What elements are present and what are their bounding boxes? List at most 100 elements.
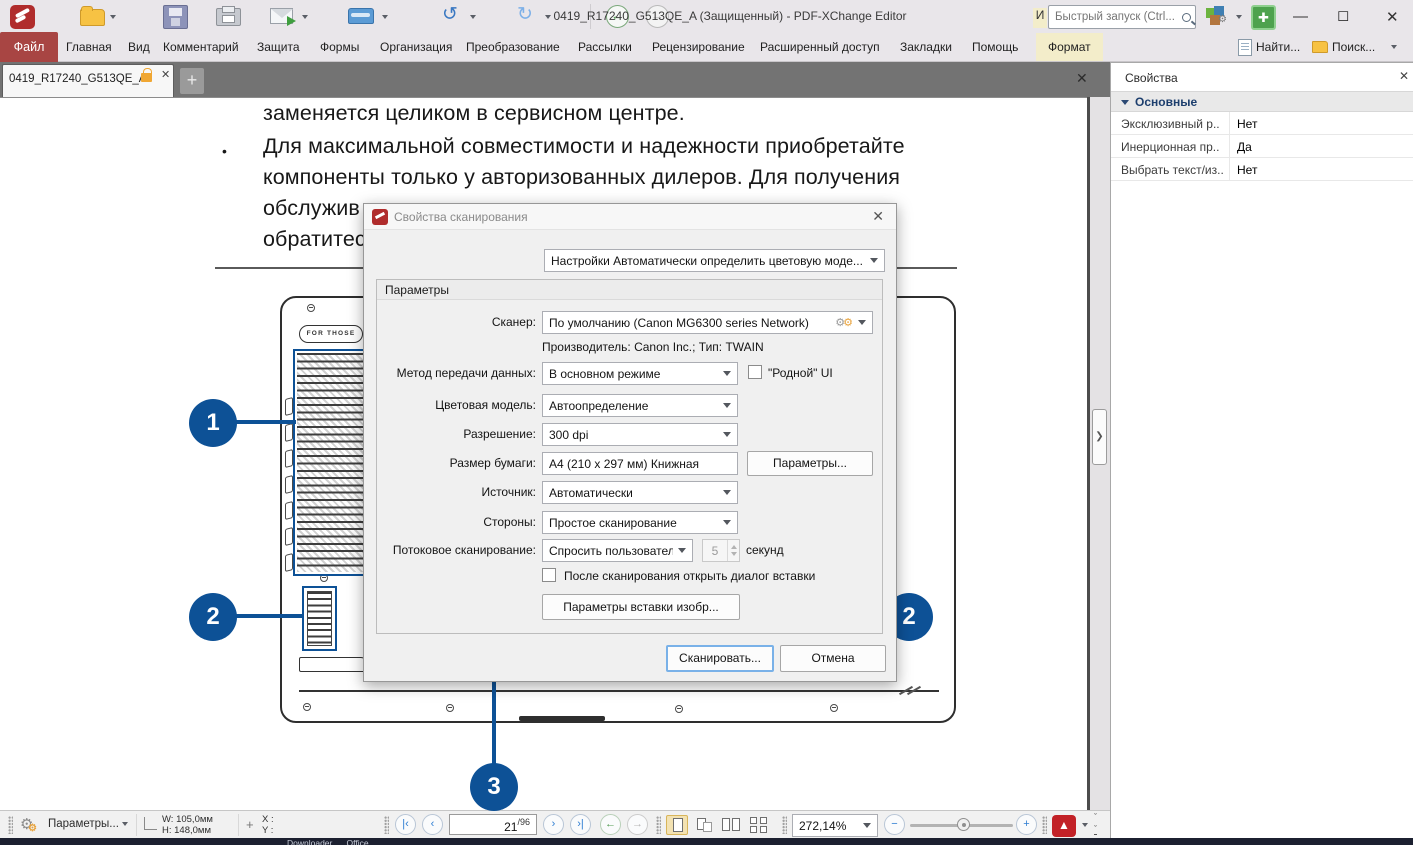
email-icon[interactable] bbox=[270, 8, 296, 26]
paper-size-field[interactable]: A4 (210 x 297 мм) Книжная bbox=[542, 452, 738, 475]
gear-icon[interactable]: ⚙ ⚙ bbox=[20, 815, 37, 834]
laptop-inner-line bbox=[299, 690, 939, 692]
panel-splitter-handle[interactable]: ❯ bbox=[1092, 409, 1107, 465]
zoom-in-button[interactable]: + bbox=[1016, 814, 1037, 835]
next-page-button[interactable]: › bbox=[543, 814, 564, 835]
color-model-combo[interactable]: Автоопределение bbox=[542, 394, 738, 417]
quick-launch-box[interactable] bbox=[1048, 5, 1196, 29]
tabbar-close-icon[interactable]: ✕ bbox=[1076, 70, 1088, 87]
lock-icon bbox=[141, 68, 152, 82]
resolution-label: Разрешение: bbox=[463, 427, 536, 441]
menu-format[interactable]: Формат bbox=[1036, 33, 1103, 61]
layout-two-pages-icon[interactable] bbox=[720, 815, 742, 835]
color-settings-icon[interactable]: ⚙ bbox=[1206, 6, 1230, 28]
scan-button[interactable]: Сканировать... bbox=[666, 645, 774, 672]
after-scan-label: После сканирования открыть диалог вставк… bbox=[564, 569, 816, 583]
width-readout: W: 105,0мм bbox=[162, 814, 213, 825]
adobe-dropdown-icon[interactable] bbox=[1082, 823, 1088, 827]
zoom-level-combo[interactable]: 272,14% bbox=[792, 814, 878, 837]
partial-toolbar-label: И bbox=[1033, 8, 1047, 28]
tab-close-icon[interactable]: ✕ bbox=[161, 68, 170, 81]
menu-file[interactable]: Файл bbox=[0, 32, 58, 64]
new-tab-button[interactable]: + bbox=[180, 68, 204, 94]
menu-zashchita[interactable]: Защита bbox=[257, 33, 300, 61]
save-icon[interactable] bbox=[163, 5, 188, 29]
minimize-button[interactable]: — bbox=[1293, 8, 1308, 25]
preset-combo[interactable]: Настройки Автоматически определить цвето… bbox=[544, 249, 885, 272]
print-icon[interactable] bbox=[216, 6, 241, 26]
property-row[interactable]: Выбрать текст/из.. Нет bbox=[1111, 158, 1413, 181]
menu-glavnaya[interactable]: Главная bbox=[66, 33, 112, 61]
menu-rasshirenny-dostup[interactable]: Расширенный доступ bbox=[760, 33, 880, 61]
fullscreen-icon[interactable]: ✚ bbox=[1251, 5, 1276, 30]
email-dropdown-icon[interactable] bbox=[302, 15, 308, 19]
undo-icon[interactable]: ↺ bbox=[442, 3, 458, 26]
stream-scan-combo[interactable]: Спросить пользователя bbox=[542, 539, 693, 562]
adobe-reader-icon[interactable]: ▲ bbox=[1052, 815, 1076, 837]
open-dropdown-icon[interactable] bbox=[110, 15, 116, 19]
color-settings-dropdown-icon[interactable] bbox=[1236, 15, 1242, 19]
search-button[interactable]: Поиск... bbox=[1312, 33, 1375, 61]
after-scan-checkbox[interactable] bbox=[542, 568, 556, 582]
menu-vid[interactable]: Вид bbox=[128, 33, 150, 61]
statusbar-options[interactable]: Параметры... bbox=[48, 818, 119, 830]
view-forward-button: → bbox=[627, 814, 648, 835]
property-row[interactable]: Эксклюзивный р.. Нет bbox=[1111, 112, 1413, 135]
status-bar: ⚙ ⚙ Параметры... W: 105,0мм H: 148,0мм + … bbox=[0, 810, 1110, 838]
layout-grid-icon[interactable] bbox=[748, 815, 770, 835]
zoom-slider-thumb[interactable] bbox=[957, 818, 970, 831]
first-page-button[interactable]: |‹ bbox=[395, 814, 416, 835]
document-tab[interactable]: 0419_R17240_G513QE_A ✕ bbox=[2, 64, 174, 97]
insert-params-button[interactable]: Параметры вставки изобр... bbox=[542, 594, 740, 620]
tab-bar: 0419_R17240_G513QE_A ✕ + ✕ bbox=[0, 62, 1110, 97]
menu-pomoshch[interactable]: Помощь bbox=[972, 33, 1018, 61]
callout-1: 1 bbox=[189, 399, 237, 447]
chevron-down-icon bbox=[723, 490, 731, 495]
scroll-down-icon[interactable]: ˇ bbox=[1094, 812, 1097, 822]
open-file-icon[interactable] bbox=[80, 6, 105, 26]
find-button[interactable]: Найти... bbox=[1238, 33, 1300, 61]
scroll-end-icon[interactable]: ˇ bbox=[1094, 824, 1097, 835]
vertical-scrollbar[interactable]: ❯ bbox=[1090, 97, 1110, 810]
search-icon bbox=[1182, 12, 1191, 22]
menu-formy[interactable]: Формы bbox=[320, 33, 359, 61]
page-number-input[interactable]: 21/96 bbox=[449, 814, 537, 835]
close-button[interactable]: ✕ bbox=[1386, 8, 1399, 26]
panel-close-icon[interactable]: ✕ bbox=[1399, 69, 1409, 83]
menu-rassylki[interactable]: Рассылки bbox=[578, 33, 632, 61]
resolution-combo[interactable]: 300 dpi bbox=[542, 423, 738, 446]
menu-zakladki[interactable]: Закладки bbox=[900, 33, 952, 61]
scan-icon[interactable] bbox=[348, 8, 374, 24]
menu-retsenzirovanie[interactable]: Рецензирование bbox=[652, 33, 745, 61]
doc-bullet-line2: компоненты только у авторизованных дилер… bbox=[263, 165, 901, 189]
previous-page-button[interactable]: ‹ bbox=[422, 814, 443, 835]
dialog-close-icon[interactable]: ✕ bbox=[872, 208, 884, 225]
menu-kommentariy[interactable]: Комментарий bbox=[163, 33, 239, 61]
layout-fit-icon[interactable] bbox=[693, 815, 715, 835]
source-combo[interactable]: Автоматически bbox=[542, 481, 738, 504]
section-osnovnye[interactable]: Основные bbox=[1111, 91, 1413, 112]
options-dropdown-icon[interactable] bbox=[122, 822, 128, 826]
last-page-button[interactable]: ›| bbox=[570, 814, 591, 835]
quick-launch-input[interactable] bbox=[1055, 11, 1182, 23]
undo-dropdown-icon[interactable] bbox=[470, 15, 476, 19]
maximize-button[interactable]: ◻ bbox=[1337, 6, 1349, 24]
view-back-button[interactable]: ← bbox=[600, 814, 621, 835]
dialog-titlebar[interactable]: Свойства сканирования ✕ bbox=[364, 204, 896, 230]
menubar-overflow-icon[interactable] bbox=[1391, 45, 1397, 49]
scan-dropdown-icon[interactable] bbox=[382, 15, 388, 19]
scanner-settings-icon[interactable]: ⚙⚙ bbox=[835, 316, 853, 329]
paper-params-button[interactable]: Параметры... bbox=[747, 451, 873, 476]
sides-combo[interactable]: Простое сканирование bbox=[542, 511, 738, 534]
menu-preobrazovanie[interactable]: Преобразование bbox=[466, 33, 560, 61]
property-row[interactable]: Инерционная пр.. Да bbox=[1111, 135, 1413, 158]
layout-single-page-icon[interactable] bbox=[666, 815, 688, 835]
transfer-method-combo[interactable]: В основном режиме bbox=[542, 362, 738, 385]
cancel-button[interactable]: Отмена bbox=[780, 645, 886, 672]
statusbar-grip bbox=[782, 816, 787, 834]
native-ui-checkbox[interactable] bbox=[748, 365, 762, 379]
scanner-combo[interactable]: По умолчанию (Canon MG6300 series Networ… bbox=[542, 311, 873, 334]
zoom-out-button[interactable]: − bbox=[884, 814, 905, 835]
chevron-down-icon bbox=[870, 258, 878, 263]
menu-organizatsiya[interactable]: Организация bbox=[380, 33, 452, 61]
